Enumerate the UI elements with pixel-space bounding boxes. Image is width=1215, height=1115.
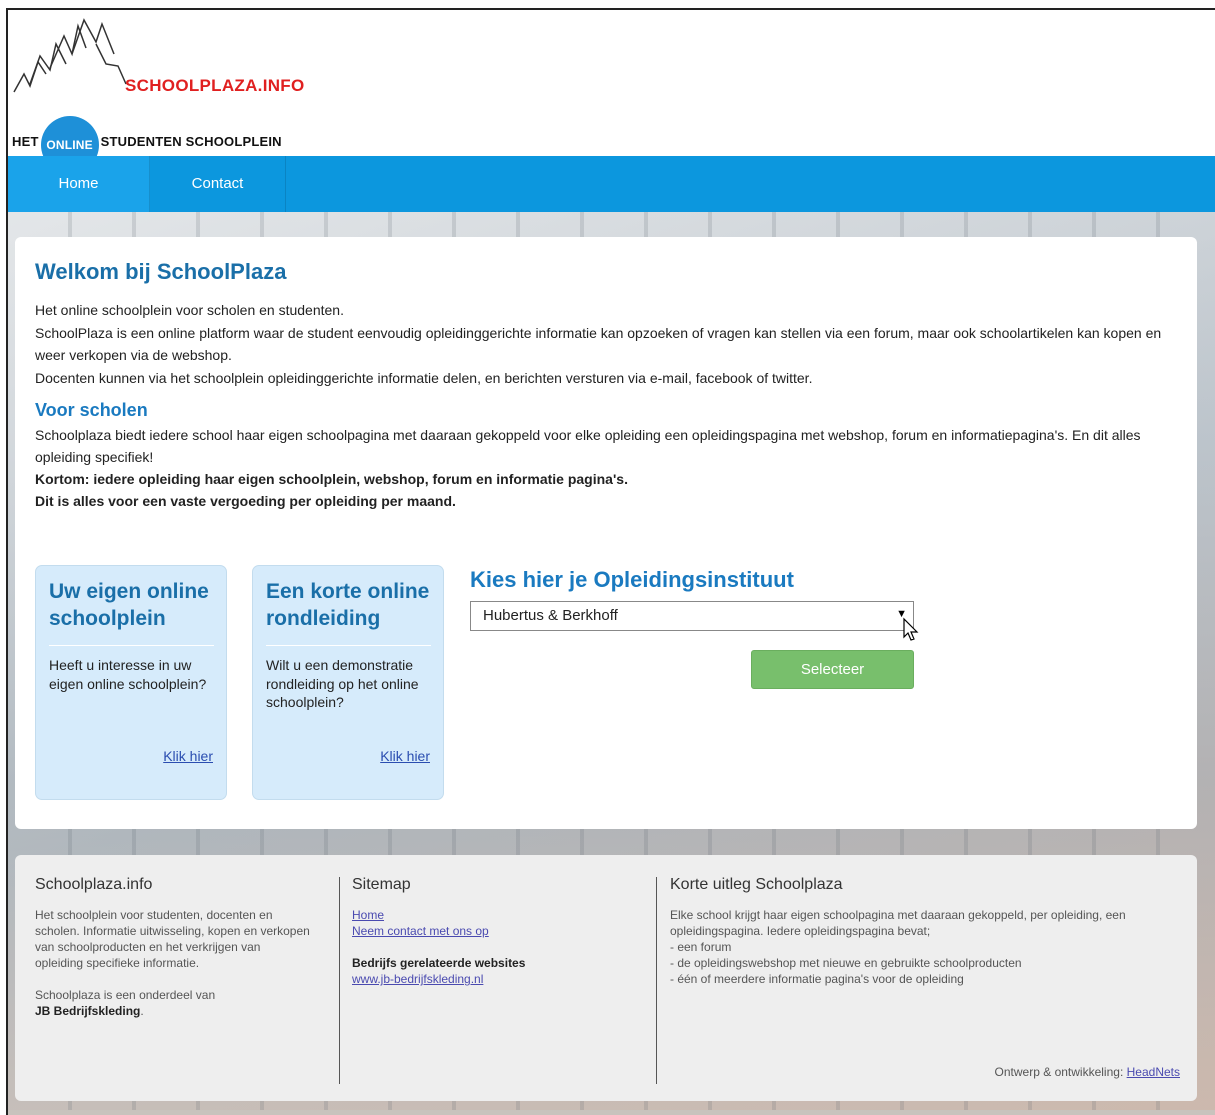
footer-title: Schoolplaza.info [35, 876, 153, 893]
footer-column-sitemap: Sitemap Home Neem contact met ons op Bed… [352, 855, 642, 1101]
footer-separator [656, 877, 657, 1084]
footer-company: JB Bedrijfskleding. [35, 1003, 310, 1019]
nav-item-home[interactable]: Home [8, 156, 150, 212]
footer-separator [339, 877, 340, 1084]
page-frame: SCHOOLPLAZA.INFO HET ONLINE STUDENTEN SC… [6, 8, 1215, 1115]
voor-scholen-summary: Kortom: iedere opleiding haar eigen scho… [35, 471, 628, 487]
divider [266, 645, 431, 646]
footer-bullet: - één of meerdere informatie pagina's vo… [670, 972, 964, 986]
selecteer-button[interactable]: Selecteer [751, 650, 914, 689]
institute-select-heading: Kies hier je Opleidingsinstituut [470, 567, 794, 592]
headnets-link[interactable]: HeadNets [1127, 1065, 1180, 1079]
nav-item-contact[interactable]: Contact [150, 156, 286, 212]
page-title: Welkom bij SchoolPlaza [35, 259, 287, 284]
header: SCHOOLPLAZA.INFO HET ONLINE STUDENTEN SC… [8, 10, 1215, 174]
klik-hier-link[interactable]: Klik hier [380, 748, 430, 764]
intro-line: Het online schoolplein voor scholen en s… [35, 302, 344, 318]
intro-line: Docenten kunnen via het schoolplein ople… [35, 369, 813, 386]
logo-title: SCHOOLPLAZA.INFO [125, 76, 305, 95]
info-box-rondleiding: Een korte online rondleiding Wilt u een … [252, 565, 444, 800]
footer-related-title: Bedrijfs gerelateerde websites [352, 956, 526, 970]
voor-scholen-heading: Voor scholen [35, 400, 148, 420]
footer-text: Het schoolplein voor studenten, docenten… [35, 907, 310, 1019]
footer-bullet: - een forum [670, 940, 732, 954]
footer-link-home[interactable]: Home [352, 907, 525, 923]
mouse-pointer-icon [903, 617, 919, 641]
footer-part-of: Schoolplaza is een onderdeel van [35, 988, 216, 1002]
logo-sub-right: STUDENTEN SCHOOLPLEIN [100, 133, 282, 149]
main-navigation: Home Contact [8, 156, 1215, 212]
info-box-title: Een korte online rondleiding [266, 580, 430, 630]
footer-title: Korte uitleg Schoolplaza [670, 876, 843, 893]
footer-about-text: Het schoolplein voor studenten, docenten… [35, 908, 310, 970]
footer-company-name: JB Bedrijfskleding [35, 1004, 141, 1018]
info-box-title: Uw eigen online schoolplein [49, 580, 209, 630]
footer-title: Sitemap [352, 876, 411, 893]
footer-link-contact[interactable]: Neem contact met ons op [352, 923, 525, 939]
footer-credit: Ontwerp & ontwikkeling: HeadNets [995, 1065, 1180, 1079]
voor-scholen-paragraph: Schoolplaza biedt iedere school haar eig… [35, 427, 1141, 465]
info-box-text: Wilt u een demonstratie rondleiding op h… [266, 657, 419, 710]
institute-select[interactable]: Hubertus & Berkhoff ▼ [470, 601, 914, 631]
footer-uitleg-paragraph: Elke school krijgt haar eigen schoolpagi… [670, 908, 1126, 938]
divider [49, 645, 214, 646]
footer-link-jb[interactable]: www.jb-bedrijfskleding.nl [352, 971, 525, 987]
footer: Schoolplaza.info Het schoolplein voor st… [15, 855, 1197, 1101]
klik-hier-link[interactable]: Klik hier [163, 748, 213, 764]
credit-prefix: Ontwerp & ontwikkeling: [994, 1065, 1124, 1079]
main-content-card: Welkom bij SchoolPlaza Het online school… [15, 237, 1197, 829]
intro-line: SchoolPlaza is een online platform waar … [35, 324, 1162, 364]
logo-sub-left: HET [12, 133, 39, 149]
skyline-logo-icon [13, 18, 127, 93]
site-logo[interactable]: SCHOOLPLAZA.INFO HET ONLINE STUDENTEN SC… [10, 14, 350, 174]
footer-column-about: Schoolplaza.info Het schoolplein voor st… [35, 855, 325, 1101]
footer-company-period: . [140, 1004, 144, 1018]
info-box-text: Heeft u interesse in uw eigen online sch… [49, 657, 207, 692]
footer-uitleg-text: Elke school krijgt haar eigen schoolpagi… [670, 907, 1165, 987]
footer-bullet: - de opleidingswebshop met nieuwe en geb… [670, 956, 1022, 970]
institute-select-value: Hubertus & Berkhoff [483, 607, 618, 624]
footer-sitemap-links: Home Neem contact met ons op Bedrijfs ge… [352, 907, 525, 987]
intro-text: Het online schoolplein voor scholen en s… [35, 299, 1175, 389]
info-box-schoolplein: Uw eigen online schoolplein Heeft u inte… [35, 565, 227, 800]
voor-scholen-pricing: Dit is alles voor een vaste vergoeding p… [35, 493, 456, 509]
voor-scholen-text: Schoolplaza biedt iedere school haar eig… [35, 424, 1175, 512]
